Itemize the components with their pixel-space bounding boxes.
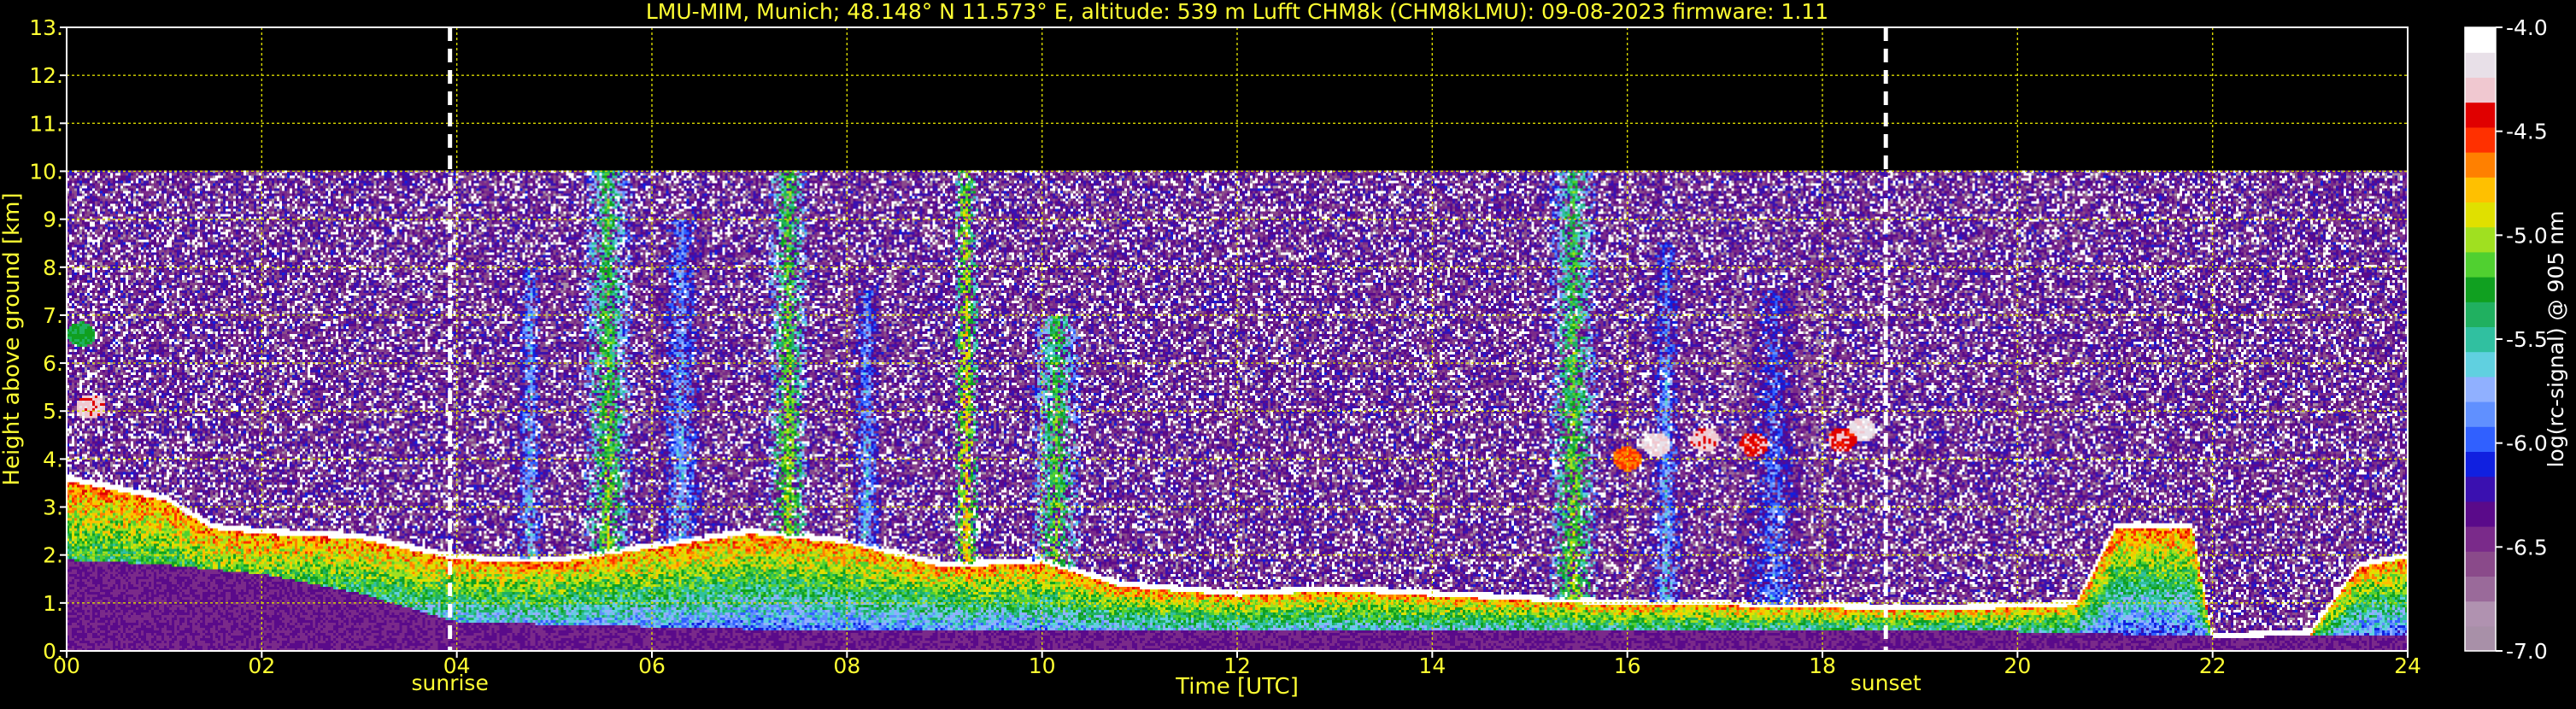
colorbar-segment — [2465, 177, 2496, 202]
chart-title: LMU-MIM, Munich; 48.148° N 11.573° E, al… — [646, 0, 1828, 24]
colorbar-segment — [2465, 476, 2496, 502]
sunset-label: sunset — [1851, 671, 1922, 695]
colorbar-segment — [2465, 302, 2496, 327]
y-tick-label: 10. — [29, 159, 63, 184]
x-tick-label: 10 — [1029, 653, 1056, 678]
colorbar-segment — [2465, 576, 2496, 602]
y-tick-label: 5. — [43, 399, 63, 424]
colorbar-tick-label: -5.5 — [2506, 327, 2548, 352]
x-tick-label: 14 — [1418, 653, 1446, 678]
x-tick-label: 16 — [1614, 653, 1641, 678]
colorbar-segment — [2465, 601, 2496, 627]
ceilometer-figure: LMU-MIM, Munich; 48.148° N 11.573° E, al… — [0, 0, 2576, 706]
chart-svg: LMU-MIM, Munich; 48.148° N 11.573° E, al… — [0, 0, 2576, 706]
colorbar-label: log(rc-signal) @ 905 nm — [2544, 211, 2568, 468]
colorbar-tick-label: -6.0 — [2506, 431, 2548, 456]
colorbar-segment — [2465, 52, 2496, 78]
colorbar-tick-label: -6.5 — [2506, 535, 2548, 560]
y-tick-label: 9. — [43, 208, 63, 232]
colorbar-segment — [2465, 551, 2496, 577]
y-tick-label: 6. — [43, 351, 63, 376]
x-axis-label: Time [UTC] — [1175, 674, 1299, 700]
colorbar-segment — [2465, 376, 2496, 402]
colorbar-segment — [2465, 277, 2496, 302]
colorbar-segment — [2465, 77, 2496, 103]
x-tick-label: 24 — [2394, 653, 2421, 678]
y-tick-label: 1. — [43, 591, 63, 616]
colorbar-tick-label: -5.0 — [2506, 223, 2548, 248]
y-tick-label: 7. — [43, 303, 63, 328]
x-tick-label: 20 — [2004, 653, 2031, 678]
colorbar-segment — [2465, 226, 2496, 253]
colorbar-segment — [2465, 202, 2496, 228]
colorbar-tick-label: -7.0 — [2506, 639, 2548, 664]
x-tick-label: 04 — [443, 653, 471, 678]
colorbar-segment — [2465, 251, 2496, 278]
y-tick-label: 11. — [29, 111, 63, 136]
y-tick-label: 3. — [43, 495, 63, 520]
y-axis-label: Height above ground [km] — [0, 192, 25, 485]
colorbar-segment — [2465, 451, 2496, 478]
colorbar-segment — [2465, 326, 2496, 353]
colorbar-segment — [2465, 526, 2496, 552]
colorbar-segment — [2465, 152, 2496, 178]
colorbar-segment — [2465, 351, 2496, 378]
y-tick-label: 12. — [29, 63, 63, 88]
y-tick-label: 2. — [43, 543, 63, 568]
x-tick-label: 18 — [1809, 653, 1836, 678]
colorbar-tick-label: -4.5 — [2506, 120, 2548, 144]
x-tick-label: 02 — [248, 653, 275, 678]
colorbar-segment — [2465, 426, 2496, 452]
x-tick-label: 22 — [2199, 653, 2227, 678]
x-tick-label: 06 — [638, 653, 666, 678]
colorbar-segment — [2465, 27, 2496, 53]
colorbar-segment — [2465, 501, 2496, 527]
colorbar-segment — [2465, 126, 2496, 153]
colorbar-segment — [2465, 625, 2496, 652]
y-tick-label: 13. — [29, 15, 63, 40]
colorbar-segment — [2465, 102, 2496, 128]
y-tick-label: 4. — [43, 447, 63, 472]
x-tick-label: 08 — [833, 653, 860, 678]
colorbar-segment — [2465, 401, 2496, 427]
y-tick-label: 0. — [43, 639, 63, 664]
colorbar-tick-label: -4.0 — [2506, 15, 2548, 40]
y-tick-label: 8. — [43, 255, 63, 280]
